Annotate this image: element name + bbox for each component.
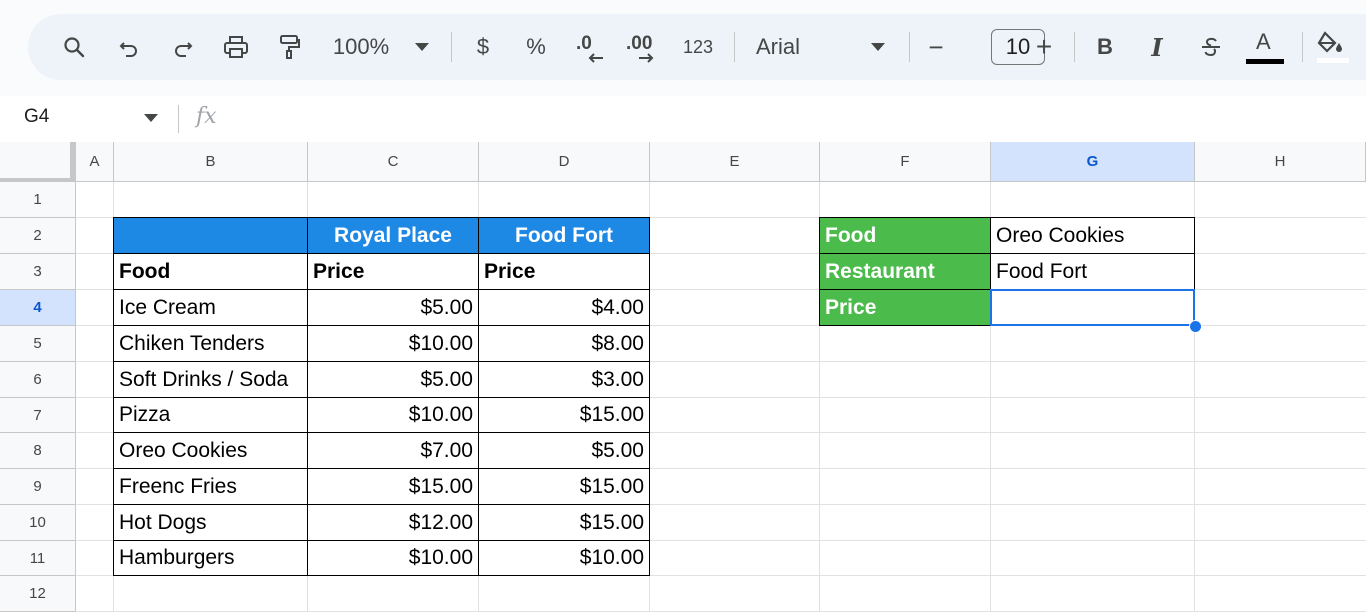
table-subheader-price-d[interactable]: Price [479, 254, 650, 290]
decrease-font-size-button[interactable]: − [924, 27, 948, 67]
row-header-2[interactable]: 2 [0, 218, 76, 254]
column-header-e[interactable]: E [650, 142, 820, 182]
table-cell-price-royal[interactable]: $5.00 [308, 290, 479, 326]
increase-decimal-label: .00 [626, 33, 653, 54]
active-cell-selection[interactable] [990, 289, 1195, 326]
row-header-9[interactable]: 9 [0, 469, 76, 505]
lookup-label-price[interactable]: Price [820, 290, 991, 326]
table-header-food-fort[interactable]: Food Fort [479, 218, 650, 254]
print-icon[interactable] [218, 27, 254, 67]
table-cell-food[interactable]: Chiken Tenders [114, 326, 308, 362]
table-subheader-price-c[interactable]: Price [308, 254, 479, 290]
table-cell-food[interactable]: Pizza [114, 398, 308, 433]
toolbar-divider [734, 32, 735, 62]
row-header-4[interactable]: 4 [0, 290, 76, 326]
table-cell-food[interactable]: Soft Drinks / Soda [114, 362, 308, 398]
row-header-7[interactable]: 7 [0, 398, 76, 433]
row-header-12[interactable]: 12 [0, 576, 76, 612]
text-color-label: A [1256, 29, 1271, 54]
formula-bar: G4 fx [0, 96, 1366, 142]
fill-color-icon[interactable] [1312, 27, 1352, 67]
arrow-right-icon [639, 53, 654, 63]
row-header-10[interactable]: 10 [0, 505, 76, 541]
table-cell-food[interactable]: Ice Cream [114, 290, 308, 326]
name-box[interactable]: G4 [24, 106, 49, 128]
fill-handle[interactable] [1189, 320, 1202, 333]
table-header-royal-place[interactable]: Royal Place [308, 218, 479, 254]
arrow-left-icon [588, 53, 603, 63]
zoom-dropdown-icon[interactable] [412, 27, 432, 67]
table-cell-price-fort[interactable]: $5.00 [479, 433, 650, 469]
name-box-dropdown-icon[interactable] [144, 114, 158, 122]
row-header-11[interactable]: 11 [0, 541, 76, 576]
text-color-button[interactable]: A [1244, 27, 1286, 67]
column-header-h[interactable]: H [1195, 142, 1366, 182]
text-color-swatch [1246, 59, 1284, 64]
table-cell-price-fort[interactable]: $8.00 [479, 326, 650, 362]
decrease-decimal-label: .0 [576, 33, 592, 54]
table-cell-price-royal[interactable]: $10.00 [308, 541, 479, 576]
lookup-label-restaurant[interactable]: Restaurant [820, 254, 991, 290]
lookup-value-restaurant[interactable]: Food Fort [991, 254, 1195, 290]
table-cell-food[interactable]: Freenc Fries [114, 469, 308, 505]
toolbar-divider [1074, 32, 1075, 62]
table-subheader-food[interactable]: Food [114, 254, 308, 290]
row-header-1[interactable]: 1 [0, 182, 76, 218]
currency-format-button[interactable]: $ [470, 27, 496, 67]
table-cell-price-fort[interactable]: $15.00 [479, 469, 650, 505]
toolbar-divider [1302, 32, 1303, 62]
column-header-c[interactable]: C [308, 142, 479, 182]
fx-icon: fx [196, 104, 217, 129]
toolbar-divider [909, 32, 910, 62]
formula-input[interactable] [240, 100, 1340, 138]
column-header-f[interactable]: F [820, 142, 991, 182]
row-header-6[interactable]: 6 [0, 362, 76, 398]
toolbar-area: 100% $ % .0 .00 123 Arial − 10 + B I A [0, 0, 1366, 96]
table-cell-price-royal[interactable]: $10.00 [308, 326, 479, 362]
select-all-corner[interactable] [0, 142, 76, 182]
toolbar: 100% $ % .0 .00 123 Arial − 10 + B I A [28, 14, 1366, 80]
table-cell-price-royal[interactable]: $12.00 [308, 505, 479, 541]
toolbar-divider [451, 32, 452, 62]
italic-button[interactable]: I [1144, 27, 1170, 67]
formula-bar-divider [178, 105, 179, 133]
table-cell-food[interactable]: Hamburgers [114, 541, 308, 576]
decrease-decimal-button[interactable]: .0 [572, 27, 608, 67]
bold-button[interactable]: B [1092, 27, 1118, 67]
lookup-value-food[interactable]: Oreo Cookies [991, 218, 1195, 254]
font-select[interactable]: Arial [756, 27, 826, 67]
redo-icon[interactable] [166, 27, 200, 67]
table-cell-price-fort[interactable]: $4.00 [479, 290, 650, 326]
row-header-5[interactable]: 5 [0, 326, 76, 362]
column-header-d[interactable]: D [479, 142, 650, 182]
spreadsheet-grid: A B C D E F G H 1 2 3 4 5 6 7 8 9 10 11 … [0, 142, 1366, 612]
column-header-a[interactable]: A [76, 142, 114, 182]
table-cell-price-fort[interactable]: $15.00 [479, 505, 650, 541]
increase-font-size-button[interactable]: + [1031, 27, 1057, 67]
paint-format-icon[interactable] [272, 27, 306, 67]
table-header-cell-b2[interactable] [114, 218, 308, 254]
table-cell-price-royal[interactable]: $7.00 [308, 433, 479, 469]
zoom-select[interactable]: 100% [328, 27, 394, 67]
column-header-b[interactable]: B [114, 142, 308, 182]
row-header-8[interactable]: 8 [0, 433, 76, 469]
increase-decimal-button[interactable]: .00 [626, 27, 662, 67]
table-cell-price-royal[interactable]: $5.00 [308, 362, 479, 398]
column-header-g[interactable]: G [991, 142, 1195, 182]
more-formats-button[interactable]: 123 [678, 27, 718, 67]
table-cell-price-royal[interactable]: $15.00 [308, 469, 479, 505]
strikethrough-icon[interactable] [1196, 27, 1226, 67]
table-cell-food[interactable]: Hot Dogs [114, 505, 308, 541]
row-header-3[interactable]: 3 [0, 254, 76, 290]
table-cell-price-fort[interactable]: $10.00 [479, 541, 650, 576]
table-cell-price-fort[interactable]: $15.00 [479, 398, 650, 433]
table-cell-food[interactable]: Oreo Cookies [114, 433, 308, 469]
search-icon[interactable] [56, 27, 92, 67]
font-dropdown-icon[interactable] [868, 27, 888, 67]
percent-format-button[interactable]: % [522, 27, 550, 67]
undo-icon[interactable] [112, 27, 146, 67]
table-cell-price-royal[interactable]: $10.00 [308, 398, 479, 433]
table-cell-price-fort[interactable]: $3.00 [479, 362, 650, 398]
lookup-label-food[interactable]: Food [820, 218, 991, 254]
